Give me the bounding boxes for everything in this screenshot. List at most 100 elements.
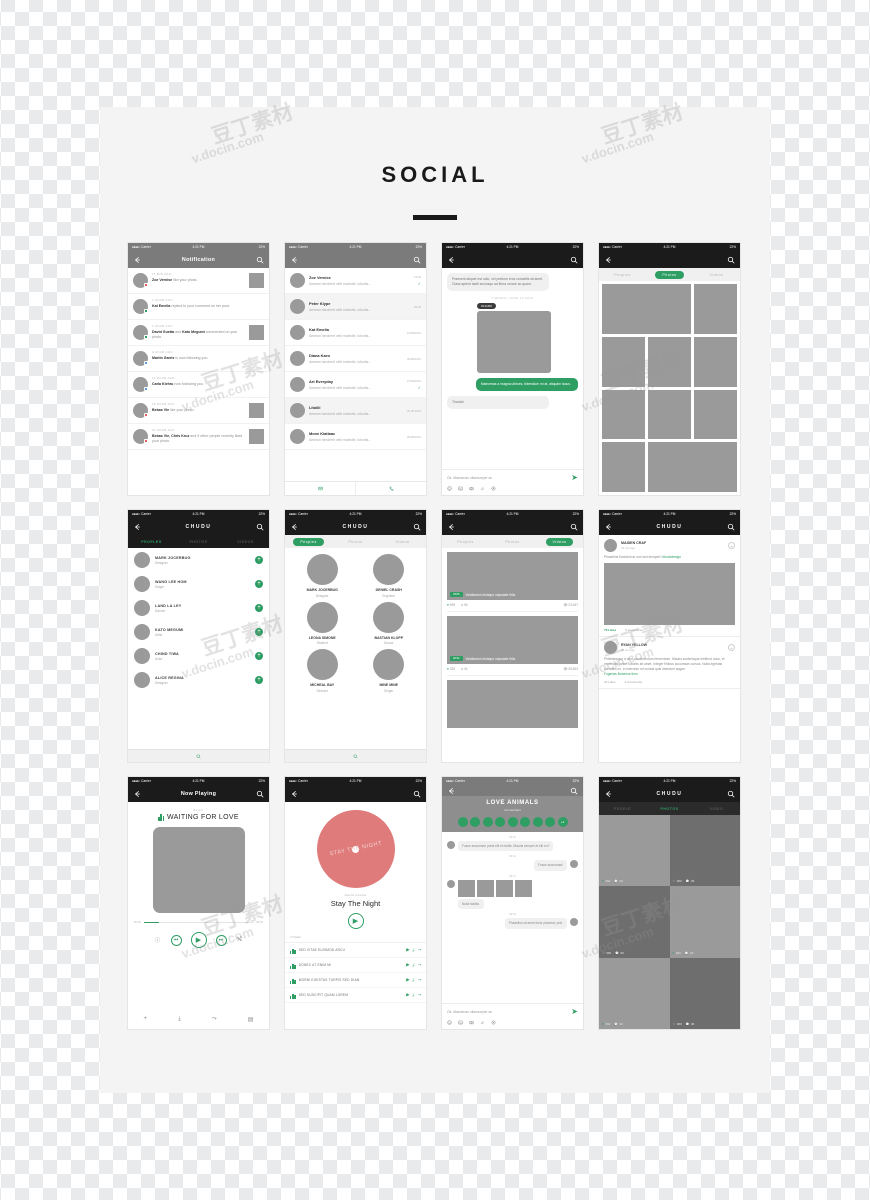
attachment-icon[interactable] — [480, 1020, 485, 1025]
search-icon[interactable] — [256, 523, 264, 531]
list-item[interactable]: WANG LEE HOM Singer + — [128, 572, 269, 596]
avatar[interactable] — [520, 816, 530, 827]
list-item[interactable]: Diana Kaes Aenean hendrerit velit molesti… — [285, 346, 426, 372]
tab-bar[interactable]: Peoples Photos Videos — [599, 268, 740, 281]
list-item[interactable]: 23 HOUR AGO Bebas Vie, Chris Kruz and 9 … — [128, 424, 269, 450]
list-item[interactable]: 18 HOUR AGO Bebas Vie like your photo. — [128, 398, 269, 424]
playlist-icon[interactable]: ▤ — [248, 1016, 254, 1023]
post-thumbnail[interactable] — [249, 273, 264, 288]
share-icon[interactable]: ⤳ — [417, 992, 421, 998]
video-card[interactable] — [442, 676, 583, 728]
person-card[interactable]: MICHEAL BAY Director — [289, 649, 356, 693]
seek-slider[interactable] — [143, 922, 254, 923]
emoji-icon[interactable] — [447, 486, 452, 491]
post-thumbnail[interactable] — [249, 403, 264, 418]
list-item[interactable]: Litollil Aenean hendrerit velit molestie,… — [285, 398, 426, 424]
list-item[interactable]: Kat Emelia Aenean hendrerit velit molesti… — [285, 320, 426, 346]
message-input-bar[interactable]: Ok. Maecenas ullamcorper se ➤ — [442, 1003, 583, 1029]
member-avatars[interactable]: +4 — [447, 816, 578, 827]
tab-photos[interactable]: Photos — [489, 540, 536, 544]
track-row[interactable]: SED VITAE EUISMOD ARCU ▶ ⤓ ⤳ — [285, 943, 426, 958]
tab-videos[interactable]: Videos — [379, 540, 426, 544]
share-icon[interactable]: ⤳ — [417, 947, 421, 953]
tab-videos[interactable]: Videos — [693, 273, 740, 277]
photo-cell[interactable] — [602, 442, 645, 492]
back-arrow-icon[interactable] — [133, 790, 141, 798]
list-item[interactable]: Peter Klype Aenean hendrerit velit molest… — [285, 294, 426, 320]
comment-icon[interactable]: 💬 — [685, 951, 689, 955]
tab-photos[interactable]: Photos — [332, 540, 379, 544]
photo-cell[interactable]: ♥ 960 💬 96 — [669, 886, 740, 958]
search-icon[interactable] — [413, 256, 421, 264]
tab-bar[interactable]: PEOPLE PHOTOS VIDEO — [599, 802, 740, 815]
list-item[interactable]: 15 MIN AGO Zoe Vernise like your photo. — [128, 268, 269, 294]
player-actions[interactable]: + ⤓ ⤳ ▤ — [128, 1016, 269, 1023]
add-person-button[interactable]: + — [255, 580, 263, 588]
tab-photos[interactable]: PHOTOS — [175, 540, 222, 544]
location-icon[interactable] — [491, 486, 496, 491]
message-input[interactable]: Ok. Maecenas ullamcorper se — [447, 476, 567, 480]
like-count[interactable]: 24 Likes — [604, 680, 616, 684]
feed-list[interactable]: MAIDEN CRAF 23 min ago ⌄ Phasellus tincid… — [599, 535, 740, 762]
avatar[interactable] — [457, 816, 468, 827]
back-arrow-icon[interactable] — [133, 523, 141, 531]
attachment-icon[interactable] — [480, 486, 485, 491]
chat-list[interactable]: Zoe Vernice Aenean hendrerit velit molest… — [285, 268, 426, 495]
heart-icon[interactable]: ♥ — [447, 667, 449, 671]
list-item[interactable]: Zoe Vernice Aenean hendrerit velit molest… — [285, 268, 426, 294]
photo-cell[interactable]: ♥ 960 💬 96 — [599, 957, 670, 1029]
list-item[interactable]: 9 HOUR AGO Martin Garrix is now followin… — [128, 346, 269, 372]
back-arrow-icon[interactable] — [447, 256, 455, 264]
back-arrow-icon[interactable] — [133, 256, 141, 264]
tab-peoples[interactable]: Peoples — [285, 537, 332, 546]
search-icon[interactable] — [413, 523, 421, 531]
add-person-button[interactable]: + — [255, 628, 263, 636]
comment-icon[interactable]: ● — [461, 667, 463, 671]
avatar[interactable] — [532, 816, 543, 827]
add-person-button[interactable]: + — [255, 676, 263, 684]
tab-photos[interactable]: PHOTOS — [646, 807, 693, 811]
avatar[interactable] — [470, 816, 480, 827]
like-count[interactable]: 76 Likes — [604, 628, 616, 632]
bottom-tab-bar[interactable] — [285, 481, 426, 495]
download-icon[interactable]: ⤓ — [412, 977, 414, 983]
send-icon[interactable]: ➤ — [571, 474, 578, 482]
back-arrow-icon[interactable] — [447, 523, 455, 531]
search-icon[interactable] — [196, 754, 201, 759]
back-arrow-icon[interactable] — [290, 523, 298, 531]
person-card[interactable]: MARK JOCERBUG Designer — [289, 554, 356, 598]
video-thumbnail[interactable] — [447, 680, 578, 728]
add-person-button[interactable]: + — [255, 556, 263, 564]
search-icon[interactable] — [413, 790, 421, 798]
photo-cell[interactable] — [648, 336, 691, 387]
post-hashtag[interactable]: Fugerias finisimus then — [604, 672, 638, 676]
back-arrow-icon[interactable] — [604, 523, 612, 531]
download-icon[interactable]: ⤓ — [412, 992, 414, 998]
add-person-button[interactable]: + — [255, 652, 263, 660]
play-icon[interactable]: ▶ — [406, 977, 409, 983]
tab-videos[interactable]: VIDEOS — [222, 540, 269, 544]
emoji-icon[interactable] — [447, 1020, 452, 1025]
search-icon[interactable] — [256, 790, 264, 798]
vinyl-record[interactable]: STAY THE NIGHT — [316, 810, 395, 888]
search-icon[interactable] — [727, 790, 735, 798]
back-arrow-icon[interactable] — [290, 790, 298, 798]
search-icon[interactable] — [727, 256, 735, 264]
play-icon[interactable]: ▶ — [406, 947, 409, 953]
back-arrow-icon[interactable] — [290, 256, 298, 264]
bottom-search-bar[interactable] — [128, 749, 269, 762]
download-icon[interactable]: ⤓ — [412, 947, 414, 953]
list-item[interactable]: 13 HOUR AGO Carla Kiehru now following y… — [128, 372, 269, 398]
photo-cell[interactable] — [602, 336, 645, 387]
tab-video[interactable]: VIDEO — [693, 807, 740, 811]
comment-icon[interactable]: 💬 — [686, 879, 690, 883]
info-icon[interactable]: ⓘ — [154, 936, 162, 944]
message-images[interactable] — [458, 879, 532, 897]
comment-icon[interactable]: 💬 — [615, 951, 619, 955]
tab-people[interactable]: PEOPLE — [599, 807, 646, 811]
dark-photo-grid[interactable]: ♥ 960 💬 96 ♡ 960 💬 96 ♡ 960 💬 96 ♥ 960 💬 96 ♥ 960 💬 96 … — [599, 815, 740, 1029]
location-icon[interactable] — [491, 1020, 496, 1025]
player-controls[interactable]: ⓘ ⏮ ▶ ⏭ ⤭ — [134, 932, 263, 948]
heart-icon[interactable]: ♡ — [673, 879, 676, 883]
avatar[interactable] — [507, 816, 518, 827]
